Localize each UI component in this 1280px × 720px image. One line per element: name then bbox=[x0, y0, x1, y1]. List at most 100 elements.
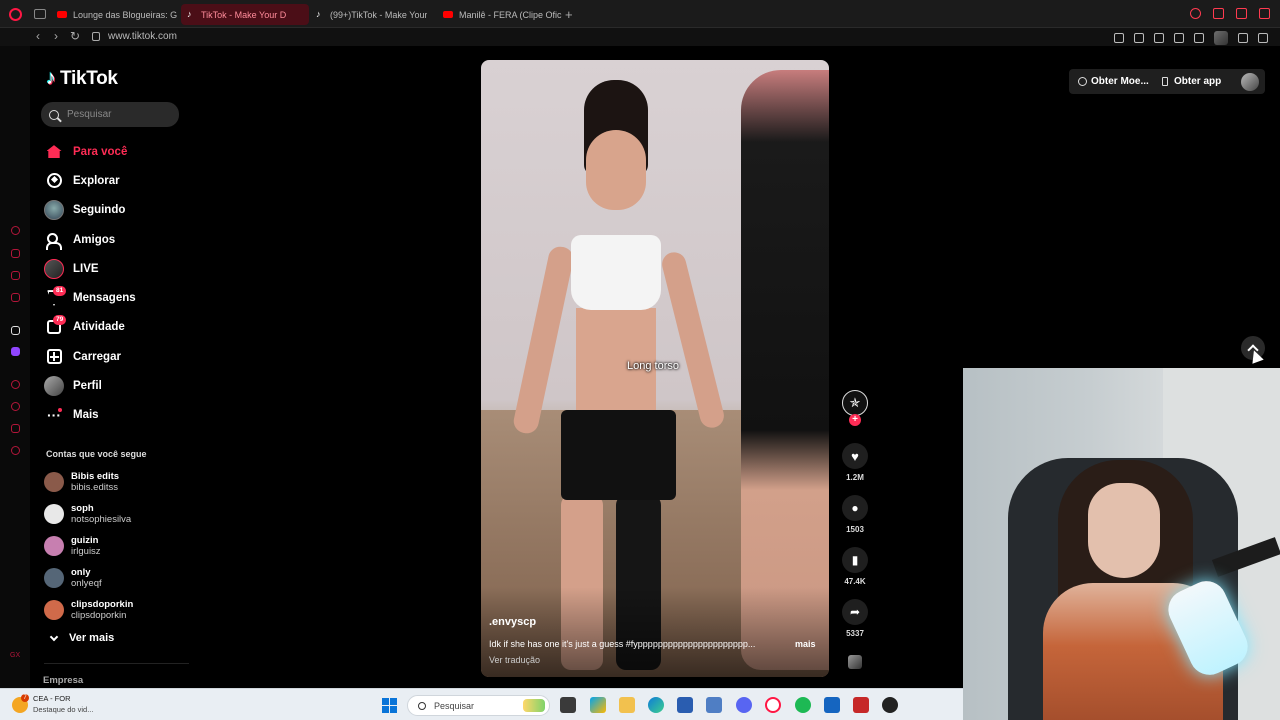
shares-count: 5337 bbox=[846, 629, 864, 638]
taskbar-search[interactable]: Pesquisar bbox=[407, 695, 550, 716]
video-author[interactable]: .envyscp bbox=[489, 616, 536, 628]
nav-item-activity[interactable]: 79 Atividade bbox=[44, 313, 194, 342]
shield-icon[interactable] bbox=[1154, 33, 1164, 43]
tab-lounge[interactable]: Lounge das Blogueiras: G bbox=[51, 4, 179, 25]
browser-sidebar: GX bbox=[0, 46, 30, 688]
discord-icon[interactable] bbox=[736, 697, 752, 713]
sidebar-player-icon[interactable] bbox=[11, 380, 20, 389]
notification-dot bbox=[58, 408, 62, 413]
user-avatar[interactable] bbox=[1241, 72, 1259, 91]
weather-title[interactable]: CEA - FOR bbox=[33, 694, 71, 703]
recording-app-icon[interactable] bbox=[853, 697, 869, 713]
following-account[interactable]: clipsdoporkin clipsdoporkin bbox=[44, 594, 194, 626]
search-icon bbox=[49, 109, 59, 120]
sidebar-chat-icon[interactable] bbox=[11, 424, 20, 433]
store-icon[interactable] bbox=[677, 697, 693, 713]
nav-item-upload[interactable]: Carregar bbox=[44, 342, 194, 371]
menu-icon[interactable] bbox=[1258, 33, 1268, 43]
like-button[interactable]: ♥ 1.2M bbox=[838, 443, 872, 482]
music-disc-icon[interactable] bbox=[848, 655, 862, 669]
plus-square-icon bbox=[46, 349, 62, 365]
top-right-actions: Obter Moe... Obter app bbox=[1069, 69, 1265, 94]
task-view-icon[interactable] bbox=[560, 697, 576, 713]
spotify-icon[interactable] bbox=[795, 697, 811, 713]
maximize-icon[interactable] bbox=[1236, 8, 1247, 19]
file-explorer-icon[interactable] bbox=[619, 697, 635, 713]
nav-item-live[interactable]: LIVE bbox=[44, 254, 194, 283]
tab-tiktok-99[interactable]: ♪ (99+)TikTok - Make Your bbox=[310, 4, 438, 25]
following-avatar-icon bbox=[44, 200, 64, 221]
following-account[interactable]: Bibis edits bibis.editss bbox=[44, 466, 194, 498]
opera-gx-icon[interactable] bbox=[765, 697, 781, 713]
activity-badge: 79 bbox=[53, 315, 67, 326]
live-icon bbox=[44, 258, 64, 279]
creator-avatar[interactable]: ✯ bbox=[842, 390, 868, 416]
nav-item-following[interactable]: Seguindo bbox=[44, 196, 194, 225]
opera-logo-icon[interactable] bbox=[9, 8, 22, 21]
minimize-icon[interactable] bbox=[1213, 8, 1224, 19]
following-account[interactable]: guizin irlguisz bbox=[44, 530, 194, 562]
download-icon[interactable] bbox=[1238, 33, 1248, 43]
app-icon[interactable] bbox=[706, 697, 722, 713]
share-button[interactable]: ➦ 5337 bbox=[838, 599, 872, 638]
sidebar-history-icon[interactable] bbox=[11, 402, 20, 411]
search-tabs-icon[interactable] bbox=[1190, 8, 1201, 19]
sidebar-settings-icon[interactable] bbox=[11, 446, 20, 455]
account-avatar bbox=[44, 568, 64, 588]
see-more-button[interactable]: Ver mais bbox=[49, 632, 114, 644]
snapshot-icon[interactable] bbox=[1134, 33, 1144, 43]
sidebar-messenger-icon[interactable] bbox=[11, 271, 20, 280]
save-button[interactable]: ▮ 47.4K bbox=[838, 547, 872, 586]
sidebar-divider bbox=[44, 663, 189, 664]
pin-icon[interactable] bbox=[1114, 33, 1124, 43]
nav-item-messages[interactable]: 81 Mensagens bbox=[44, 283, 194, 312]
back-button[interactable]: ‹ bbox=[36, 29, 40, 43]
start-button[interactable] bbox=[382, 698, 397, 713]
get-coins-button[interactable]: Obter Moe... bbox=[1069, 76, 1157, 87]
following-account[interactable]: soph notsophiesilva bbox=[44, 498, 194, 530]
share-icon: ➦ bbox=[849, 605, 861, 619]
youtube-icon bbox=[443, 11, 453, 18]
sidebar-shop-icon[interactable] bbox=[11, 249, 20, 258]
tab-manile[interactable]: Manilê - FERA (Clipe Ofic bbox=[437, 4, 565, 25]
nav-item-for-you[interactable]: Para você bbox=[44, 137, 194, 166]
nav-item-explore[interactable]: Explorar bbox=[44, 166, 194, 195]
search-input[interactable]: Pesquisar bbox=[41, 102, 179, 127]
get-app-button[interactable]: Obter app bbox=[1157, 76, 1239, 87]
sidebar-twitch-icon[interactable] bbox=[11, 347, 20, 356]
account-avatar bbox=[44, 536, 64, 556]
browser-profile-avatar[interactable] bbox=[1214, 31, 1228, 45]
url-field[interactable]: www.tiktok.com bbox=[108, 31, 177, 42]
description-more-button[interactable]: mais bbox=[795, 639, 816, 649]
sidebar-tiktok-icon[interactable] bbox=[11, 326, 20, 335]
search-icon bbox=[418, 701, 426, 710]
tab-tiktok-active[interactable]: ♪ TikTok - Make Your D bbox=[181, 4, 309, 25]
tiktok-logo[interactable]: ♪ TikTok bbox=[46, 67, 118, 90]
nav-item-more[interactable]: ··· Mais bbox=[44, 401, 194, 430]
player-icon[interactable] bbox=[1174, 33, 1184, 43]
forward-button[interactable]: › bbox=[54, 29, 58, 43]
video-player[interactable]: Long torso .envyscp Idk if she has one i… bbox=[481, 60, 829, 677]
comment-button[interactable]: ● 1503 bbox=[838, 495, 872, 534]
tab-workspaces-icon[interactable] bbox=[34, 9, 46, 19]
sidebar-mail-icon[interactable] bbox=[11, 293, 20, 302]
nav-item-friends[interactable]: Amigos bbox=[44, 225, 194, 254]
sidebar-gx-icon[interactable]: GX bbox=[10, 652, 20, 659]
nav-item-profile[interactable]: Perfil bbox=[44, 371, 194, 400]
weather-badge: 7 bbox=[21, 694, 29, 702]
weather-subtitle[interactable]: Destaque do vid... bbox=[33, 705, 93, 714]
follow-button[interactable]: + bbox=[849, 414, 861, 426]
edge-icon[interactable] bbox=[648, 697, 664, 713]
reload-button[interactable]: ↻ bbox=[70, 29, 80, 43]
widgets-icon[interactable] bbox=[590, 697, 606, 713]
sidebar-speeddial-icon[interactable] bbox=[11, 226, 20, 235]
new-tab-button[interactable]: + bbox=[565, 7, 573, 22]
monitor-app-icon[interactable] bbox=[824, 697, 840, 713]
close-icon[interactable] bbox=[1259, 8, 1270, 19]
see-translation-button[interactable]: Ver tradução bbox=[489, 655, 540, 665]
streamer-face bbox=[1088, 483, 1160, 578]
obs-icon[interactable] bbox=[882, 697, 898, 713]
following-account[interactable]: only onlyeqf bbox=[44, 562, 194, 594]
heart-icon[interactable] bbox=[1194, 33, 1204, 43]
footer-link-empresa[interactable]: Empresa bbox=[43, 675, 83, 686]
